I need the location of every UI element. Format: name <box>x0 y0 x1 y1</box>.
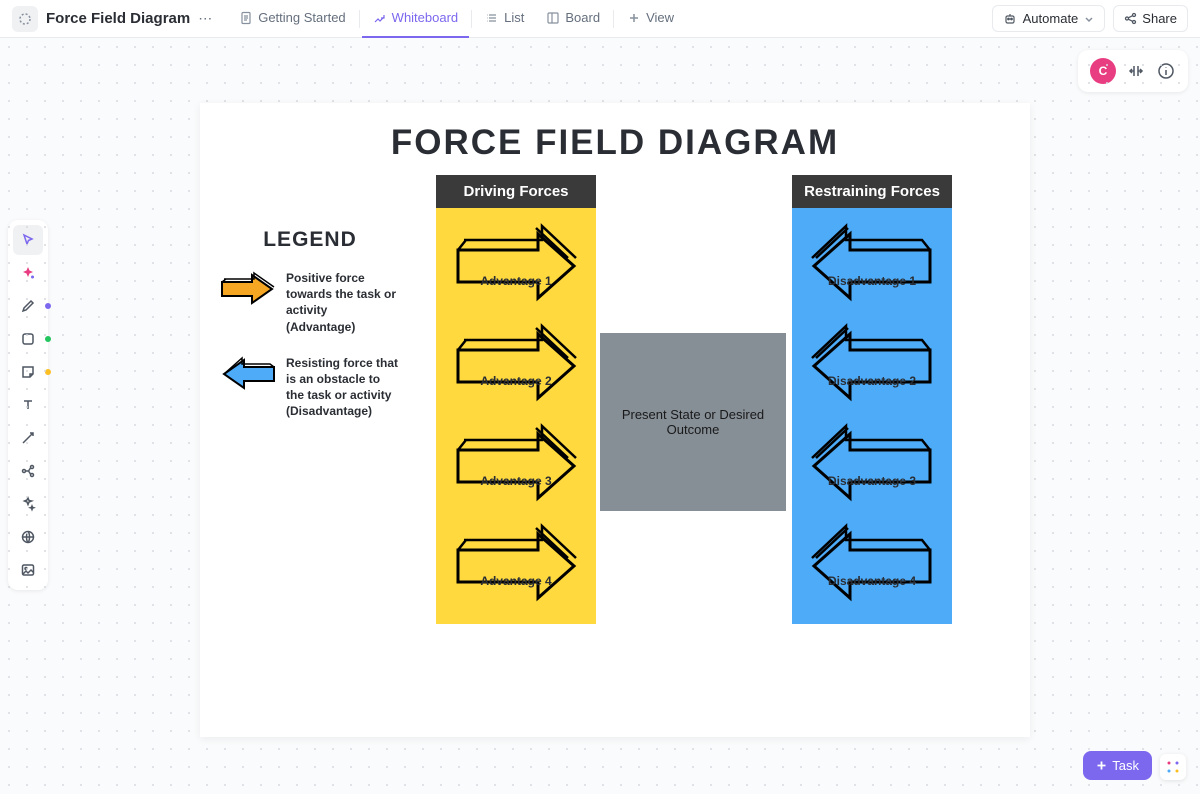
legend-resisting-text: Resisting force that is an obstacle to t… <box>286 355 400 420</box>
arrow-label: Advantage 3 <box>480 474 551 488</box>
arrow-label: Advantage 4 <box>480 574 551 588</box>
center-text: Present State or Desired Outcome <box>610 407 776 437</box>
arrow-label: Disadvantage 2 <box>828 374 916 388</box>
driving-body: Advantage 1 Advantage 2 Advantage 3 Adva… <box>436 208 596 624</box>
restraining-header: Restraining Forces <box>792 175 952 208</box>
legend-resisting: Resisting force that is an obstacle to t… <box>220 355 400 420</box>
view-tabs: Getting Started Whiteboard List Board Vi… <box>228 0 685 38</box>
task-button[interactable]: Task <box>1083 751 1152 780</box>
plus-icon <box>1096 760 1107 771</box>
chevron-down-icon <box>1084 14 1094 24</box>
driving-header: Driving Forces <box>436 175 596 208</box>
share-button[interactable]: Share <box>1113 5 1188 32</box>
canvas[interactable]: FORCE FIELD DIAGRAM LEGEND Positive forc… <box>0 38 1200 794</box>
driving-item[interactable]: Advantage 3 <box>436 416 596 516</box>
legend-positive: Positive force towards the task or activ… <box>220 270 400 335</box>
tab-label: Whiteboard <box>392 10 458 25</box>
driving-item[interactable]: Advantage 1 <box>436 216 596 316</box>
list-icon <box>485 11 499 25</box>
driving-item[interactable]: Advantage 2 <box>436 316 596 416</box>
tab-label: List <box>504 10 524 25</box>
restraining-body: Disadvantage 1 Disadvantage 2 Disadvanta… <box>792 208 952 624</box>
restraining-item[interactable]: Disadvantage 3 <box>792 416 952 516</box>
arrow-label: Disadvantage 4 <box>828 574 916 588</box>
tab-label: Getting Started <box>258 10 345 25</box>
restraining-column: Restraining Forces Disadvantage 1 Disadv… <box>792 175 952 624</box>
restraining-item[interactable]: Disadvantage 1 <box>792 216 952 316</box>
arrow-label: Disadvantage 1 <box>828 274 916 288</box>
tab-whiteboard[interactable]: Whiteboard <box>362 0 469 38</box>
center-box[interactable]: Present State or Desired Outcome <box>600 333 786 511</box>
doc-icon <box>239 11 253 25</box>
board-icon <box>546 11 560 25</box>
arrow-right-icon <box>220 270 276 308</box>
more-icon[interactable]: ⋯ <box>198 10 212 27</box>
plus-icon <box>627 11 641 25</box>
tab-board[interactable]: Board <box>535 0 611 38</box>
whiteboard-icon <box>373 11 387 25</box>
arrow-label: Disadvantage 3 <box>828 474 916 488</box>
arrow-label: Advantage 2 <box>480 374 551 388</box>
doc-icon <box>12 6 38 32</box>
legend: LEGEND Positive force towards the task o… <box>220 228 400 440</box>
app-header: Force Field Diagram ⋯ Getting Started Wh… <box>0 0 1200 38</box>
automate-button[interactable]: Automate <box>992 5 1106 32</box>
robot-icon <box>1003 12 1017 26</box>
page-title[interactable]: Force Field Diagram <box>46 10 190 27</box>
tab-label: Board <box>565 10 600 25</box>
diagram-title: FORCE FIELD DIAGRAM <box>200 103 1030 163</box>
share-label: Share <box>1142 11 1177 26</box>
legend-title: LEGEND <box>220 228 400 252</box>
share-icon <box>1124 12 1137 25</box>
task-label: Task <box>1112 758 1139 773</box>
automate-label: Automate <box>1023 11 1079 26</box>
tab-add-view[interactable]: View <box>616 0 685 38</box>
arrow-label: Advantage 1 <box>480 274 551 288</box>
tab-getting-started[interactable]: Getting Started <box>228 0 356 38</box>
whiteboard-frame[interactable]: FORCE FIELD DIAGRAM LEGEND Positive forc… <box>200 103 1030 737</box>
driving-column: Driving Forces Advantage 1 Advantage 2 A… <box>436 175 596 624</box>
tab-list[interactable]: List <box>474 0 535 38</box>
restraining-item[interactable]: Disadvantage 4 <box>792 516 952 616</box>
driving-item[interactable]: Advantage 4 <box>436 516 596 616</box>
restraining-item[interactable]: Disadvantage 2 <box>792 316 952 416</box>
arrow-left-icon <box>220 355 276 393</box>
tab-label: View <box>646 10 674 25</box>
legend-positive-text: Positive force towards the task or activ… <box>286 270 400 335</box>
apps-button[interactable] <box>1160 754 1186 780</box>
